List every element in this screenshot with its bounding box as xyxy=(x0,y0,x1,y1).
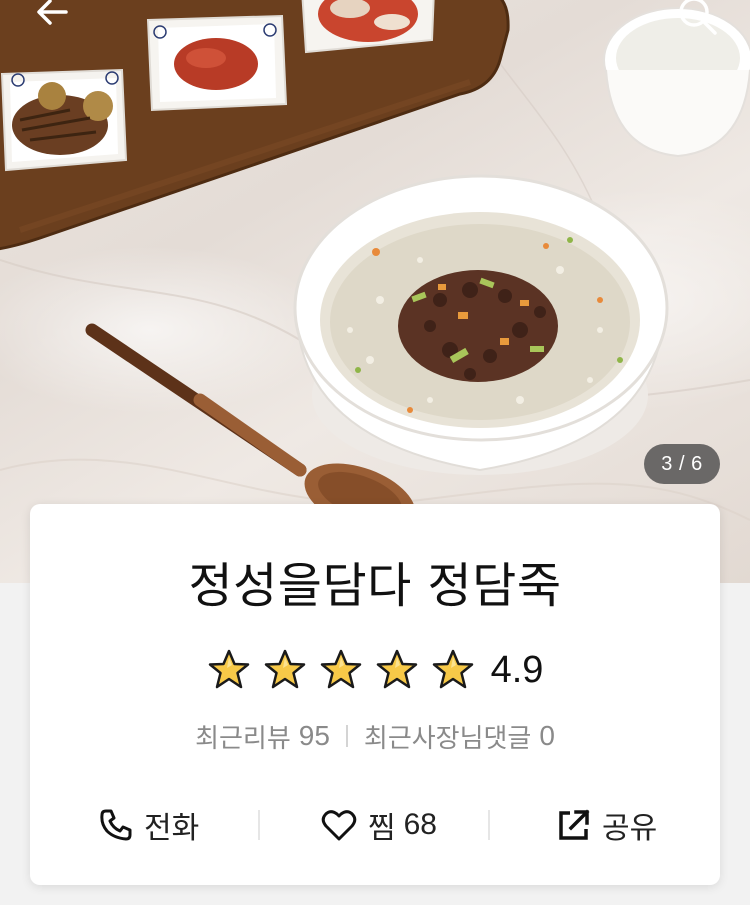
like-label: 찜 xyxy=(368,811,396,846)
store-name: 정성을담다 정담죽 xyxy=(188,558,562,614)
action-divider xyxy=(488,810,490,840)
like-count: 68 xyxy=(403,808,437,841)
search-icon xyxy=(679,0,717,35)
owner-replies-count: 0 xyxy=(539,720,555,751)
star-icon xyxy=(432,649,473,689)
like-button[interactable]: 찜 68 xyxy=(320,800,437,850)
arrow-left-icon xyxy=(37,0,68,25)
review-stats[interactable]: 최근리뷰 95 최근사장님댓글 0 xyxy=(30,714,720,758)
share-icon xyxy=(559,809,590,840)
share-label: 공유 xyxy=(602,811,658,846)
store-detail-screen: 3 / 6 정성을담다 정담죽 4.9 최근리뷰 95 최근사장님댓글 0 전화… xyxy=(0,0,750,905)
rating-row: 4.9 xyxy=(30,644,720,696)
star-icon xyxy=(264,649,305,689)
recent-reviews-label: 최근리뷰 xyxy=(195,723,291,754)
star-icon xyxy=(208,649,249,689)
share-button[interactable]: 공유 xyxy=(556,800,657,850)
photo-counter: 3 / 6 xyxy=(644,444,720,484)
search-button[interactable] xyxy=(672,0,722,40)
action-divider xyxy=(258,810,260,840)
heart-icon xyxy=(321,810,357,841)
call-button[interactable]: 전화 xyxy=(98,800,199,850)
store-info-card: 정성을담다 정담죽 4.9 최근리뷰 95 최근사장님댓글 0 전화 찜 68 … xyxy=(30,504,720,885)
star-icon xyxy=(376,649,417,689)
back-button[interactable] xyxy=(30,0,80,44)
star-icon xyxy=(320,649,361,689)
rating-value: 4.9 xyxy=(490,649,544,691)
owner-replies-label: 최근사장님댓글 xyxy=(363,723,532,754)
hero-photo[interactable]: 3 / 6 xyxy=(0,0,750,583)
call-label: 전화 xyxy=(144,811,200,846)
recent-reviews-count: 95 xyxy=(298,720,330,751)
porridge-photo xyxy=(0,0,750,533)
action-bar: 전화 찜 68 공유 xyxy=(30,800,720,850)
phone-icon xyxy=(100,809,132,841)
stats-divider xyxy=(345,725,348,747)
